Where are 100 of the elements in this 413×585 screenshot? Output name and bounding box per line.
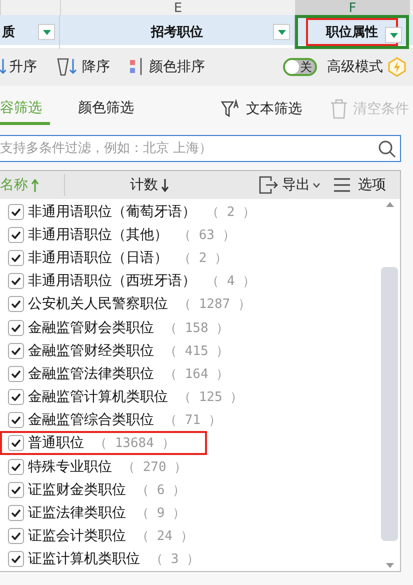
checkmark-icon — [11, 486, 21, 494]
checkmark-icon — [11, 370, 21, 378]
list-item[interactable]: 非通用语职位（葡萄牙语） （ 2 ） — [0, 200, 288, 224]
export-icon — [259, 176, 279, 194]
options-button[interactable]: 选项 — [334, 176, 386, 194]
scroll-up-icon[interactable] — [386, 202, 394, 207]
list-item[interactable]: 金融监管计算机类职位 （ 125 ） — [0, 385, 276, 410]
checkbox[interactable] — [8, 528, 24, 544]
checkmark-icon — [11, 208, 21, 216]
list-item[interactable]: 证监财金类职位 （ 6 ） — [0, 478, 218, 502]
item-count: （ 2 ） — [178, 250, 228, 267]
item-name: 证监法律类职位 — [28, 504, 126, 522]
list-item[interactable]: 普通职位 （ 13684 ） — [0, 431, 207, 456]
export-button[interactable]: 导出 — [259, 176, 320, 194]
column-letter[interactable]: F — [295, 0, 409, 15]
checkbox[interactable] — [8, 273, 24, 290]
filter-dropdown-button[interactable] — [385, 27, 402, 43]
checkbox[interactable] — [8, 505, 24, 522]
item-count: （ 415 ） — [164, 342, 230, 360]
item-count: （ 1287 ） — [178, 296, 251, 314]
list-item[interactable]: 金融监管财会类职位 （ 158 ） — [0, 316, 262, 340]
sort-descending-button[interactable]: 降序 — [57, 58, 110, 76]
filter-icon — [221, 99, 241, 119]
dropdown-arrow-icon — [42, 30, 50, 34]
color-sort-button[interactable]: 颜色排序 — [130, 58, 205, 76]
checkbox[interactable] — [8, 226, 24, 243]
checkbox[interactable] — [8, 320, 24, 336]
arrow-down-icon — [0, 59, 6, 75]
item-name: 金融监管财经类职位 — [28, 342, 154, 360]
filter-tab[interactable]: 颜色筛选 — [78, 93, 142, 125]
item-count: （ 125 ） — [178, 389, 244, 406]
lightning-badge-icon — [387, 57, 407, 77]
checkmark-icon — [11, 509, 21, 518]
list-item[interactable]: 公安机关人民警察职位 （ 1287 ） — [0, 292, 283, 316]
item-count: （ 13684 ） — [94, 435, 175, 452]
item-name: 金融监管计算机类职位 — [28, 388, 168, 406]
checkmark-icon — [11, 254, 21, 262]
search-box[interactable]: 支持多条件过滤，例如：北京 上海） — [0, 135, 401, 162]
arrow-up-icon — [31, 178, 39, 192]
list-item[interactable]: 金融监管财经类职位 （ 415 ） — [0, 338, 262, 363]
scroll-down-icon[interactable] — [386, 563, 394, 568]
scrollbar[interactable] — [379, 199, 400, 571]
checkbox[interactable] — [8, 366, 24, 382]
item-name: 普通职位 — [28, 434, 84, 452]
item-count: （ 63 ） — [178, 226, 236, 244]
checkbox[interactable] — [8, 250, 24, 266]
caret-icon — [313, 182, 320, 188]
checkbox[interactable] — [8, 296, 24, 312]
checkmark-icon — [11, 300, 21, 308]
item-name: 金融监管财会类职位 — [28, 318, 154, 337]
checkmark-icon — [11, 324, 21, 332]
item-count: （ 71 ） — [164, 412, 222, 430]
checkbox[interactable] — [8, 551, 24, 568]
checkmark-icon — [11, 230, 21, 239]
checkmark-icon — [11, 393, 21, 402]
checkbox[interactable] — [8, 412, 24, 428]
checkbox[interactable] — [8, 204, 24, 220]
arrow-down-icon — [161, 178, 169, 192]
sort-by-count-button[interactable]: 计数 — [130, 176, 169, 194]
item-count: （ 6 ） — [136, 482, 186, 499]
checkbox[interactable] — [8, 482, 24, 498]
checkbox[interactable] — [8, 435, 24, 452]
checkmark-icon — [11, 416, 21, 424]
item-name: 证监财金类职位 — [28, 480, 126, 499]
advanced-mode-toggle[interactable]: 关 — [283, 58, 317, 76]
item-name: 公安机关人民警察职位 — [28, 295, 168, 314]
checkbox[interactable] — [8, 389, 24, 406]
item-count: （ 164 ） — [164, 366, 230, 383]
list-item[interactable]: 非通用语职位（西班牙语） （ 4 ） — [0, 269, 288, 294]
list-item[interactable]: 证监计算机类职位 （ 3 ） — [0, 547, 232, 572]
item-count: （ 2 ） — [206, 204, 256, 221]
list-item[interactable]: 非通用语职位（日语） （ 2 ） — [0, 246, 260, 270]
list-item[interactable]: 金融监管法律类职位 （ 164 ） — [0, 362, 262, 386]
filter-dropdown-button[interactable] — [38, 24, 55, 40]
search-icon[interactable] — [378, 140, 396, 158]
item-name: 证监计算机类职位 — [28, 550, 140, 568]
checkbox[interactable] — [8, 342, 24, 359]
filter-dropdown-button[interactable] — [273, 24, 290, 40]
sort-ascending-button[interactable]: 升序 — [0, 58, 37, 76]
list-item[interactable]: 证监会计类职位 （ 24 ） — [0, 524, 226, 548]
item-name: 非通用语职位（西班牙语） — [28, 272, 196, 290]
list-item[interactable]: 金融监管综合类职位 （ 71 ） — [0, 408, 254, 432]
item-count: （ 24 ） — [136, 528, 194, 546]
item-name: 非通用语职位（日语） — [28, 248, 168, 267]
list-item[interactable]: 非通用语职位（其他） （ 63 ） — [0, 222, 268, 247]
checkmark-icon — [11, 346, 21, 355]
list-item[interactable]: 特殊专业职位 （ 270 ） — [0, 454, 220, 479]
list-item[interactable]: 证监法律类职位 （ 9 ） — [0, 501, 218, 526]
trash-icon — [330, 99, 348, 119]
checkmark-icon — [11, 555, 21, 564]
checkmark-icon — [11, 462, 21, 471]
item-count: （ 4 ） — [206, 273, 256, 290]
dropdown-arrow-icon — [278, 30, 286, 34]
item-count: （ 3 ） — [150, 551, 200, 568]
text-filter-button[interactable]: 文本筛选 — [221, 99, 302, 119]
checkmark-icon — [11, 277, 21, 286]
item-name: 金融监管法律类职位 — [28, 364, 154, 383]
checkbox[interactable] — [8, 458, 24, 475]
item-count: （ 158 ） — [164, 320, 230, 337]
item-name: 非通用语职位（其他） — [28, 226, 168, 244]
